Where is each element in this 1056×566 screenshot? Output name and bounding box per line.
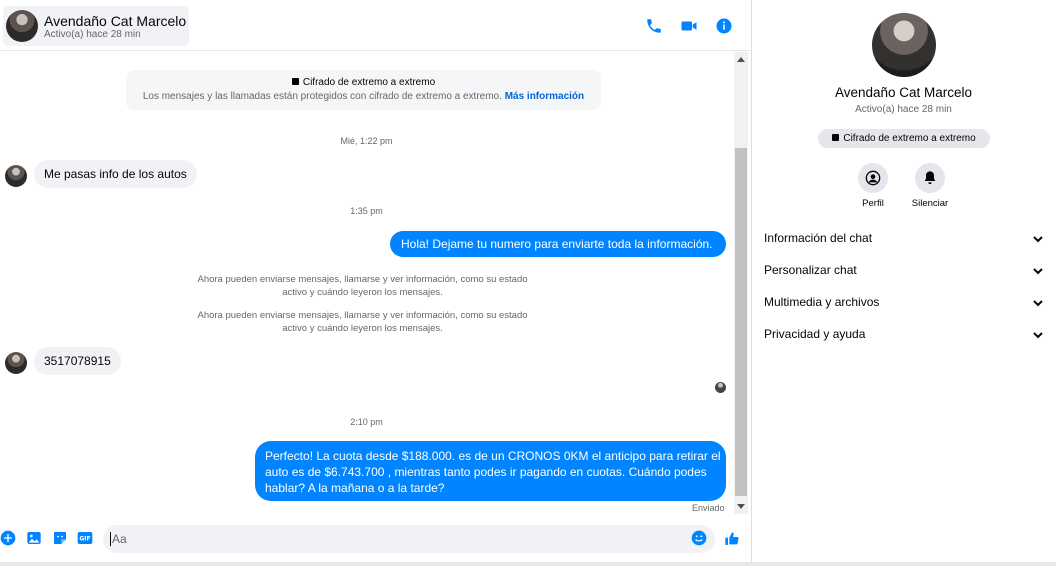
incoming-message[interactable]: 3517078915: [34, 347, 121, 375]
contact-status: Activo(a) hace 28 min: [44, 29, 141, 40]
profile-avatar[interactable]: [872, 13, 936, 77]
conversation-info-panel: Avendaño Cat Marcelo Activo(a) hace 28 m…: [751, 0, 1056, 566]
svg-text:GIF: GIF: [79, 536, 90, 543]
gif-icon[interactable]: GIF: [76, 530, 93, 546]
chevron-down-icon: [1032, 232, 1044, 244]
e2e-notice-title: Cifrado de extremo a extremo: [302, 77, 436, 88]
profile-action-label: Perfil: [862, 198, 884, 209]
text-caret: [110, 532, 111, 546]
e2e-badge[interactable]: Cifrado de extremo a extremo: [818, 129, 990, 148]
section-media-files[interactable]: Multimedia y archivos: [764, 286, 1044, 318]
outgoing-message[interactable]: Hola! Dejame tu numero para enviarte tod…: [390, 231, 726, 257]
contact-avatar[interactable]: [6, 10, 38, 42]
section-title: Información del chat: [764, 231, 873, 245]
plus-icon[interactable]: [0, 530, 16, 546]
chat-header: Avendaño Cat Marcelo Activo(a) hace 28 m…: [0, 0, 750, 51]
section-chat-info[interactable]: Información del chat: [764, 222, 1044, 254]
composer: GIF: [0, 522, 750, 558]
system-message: Ahora pueden enviarse mensajes, llamarse…: [197, 274, 528, 298]
contact-message-avatar[interactable]: [5, 165, 27, 187]
lock-icon: [832, 134, 840, 141]
sent-status: Enviado: [692, 503, 725, 513]
profile-status: Activo(a) hace 28 min: [855, 104, 952, 115]
timestamp: 1:35 pm: [350, 206, 383, 216]
more-info-link[interactable]: Más información: [505, 91, 584, 102]
emoji-icon[interactable]: [691, 530, 707, 546]
read-receipt-avatar: [715, 382, 726, 393]
system-message: Ahora pueden enviarse mensajes, llamarse…: [197, 310, 528, 334]
contact-message-avatar[interactable]: [5, 352, 27, 374]
chevron-down-icon: [1032, 264, 1044, 276]
info-icon[interactable]: [714, 16, 734, 36]
messenger-window: Avendaño Cat Marcelo Activo(a) hace 28 m…: [0, 0, 1056, 566]
timestamp: 2:10 pm: [350, 417, 383, 427]
bell-icon[interactable]: [915, 163, 945, 193]
incoming-message[interactable]: Me pasas info de los autos: [34, 160, 197, 188]
profile-action[interactable]: Perfil: [843, 163, 903, 209]
mute-action-label: Silenciar: [911, 198, 949, 209]
lock-icon: [291, 78, 299, 85]
contact-chip[interactable]: Avendaño Cat Marcelo Activo(a) hace 28 m…: [3, 6, 189, 46]
e2e-notice-text: Los mensajes y las llamadas están proteg…: [142, 91, 502, 102]
section-title: Privacidad y ayuda: [764, 327, 866, 341]
mute-action[interactable]: Silenciar: [900, 163, 960, 209]
chevron-down-icon: [1032, 296, 1044, 308]
message-input[interactable]: [103, 525, 715, 553]
chevron-down-icon: [1032, 328, 1044, 340]
timestamp: Mié, 1:22 pm: [340, 136, 393, 146]
sticker-icon[interactable]: [52, 530, 68, 546]
section-privacy-help[interactable]: Privacidad y ayuda: [764, 318, 1044, 350]
e2e-notice: Cifrado de extremo a extremo Los mensaje…: [126, 70, 601, 110]
message-scrollbar[interactable]: [734, 52, 748, 514]
section-title: Multimedia y archivos: [764, 295, 880, 309]
thumbs-up-icon[interactable]: [723, 530, 741, 548]
contact-name[interactable]: Avendaño Cat Marcelo: [44, 13, 186, 29]
window-bottom-edge: [0, 562, 1056, 566]
phone-icon[interactable]: [644, 16, 664, 36]
scroll-up-arrow-icon[interactable]: [737, 57, 745, 62]
scroll-down-arrow-icon[interactable]: [737, 504, 745, 509]
scrollbar-thumb[interactable]: [735, 148, 747, 496]
section-customize-chat[interactable]: Personalizar chat: [764, 254, 1044, 286]
message-list[interactable]: Cifrado de extremo a extremo Los mensaje…: [0, 52, 733, 514]
profile-name: Avendaño Cat Marcelo: [834, 85, 973, 100]
profile-icon[interactable]: [858, 163, 888, 193]
chat-panel: Avendaño Cat Marcelo Activo(a) hace 28 m…: [0, 0, 750, 566]
video-camera-icon[interactable]: [679, 16, 699, 36]
section-title: Personalizar chat: [764, 263, 857, 277]
outgoing-message[interactable]: Perfecto! La cuota desde $188.000. es de…: [255, 441, 726, 501]
photo-icon[interactable]: [26, 530, 42, 546]
